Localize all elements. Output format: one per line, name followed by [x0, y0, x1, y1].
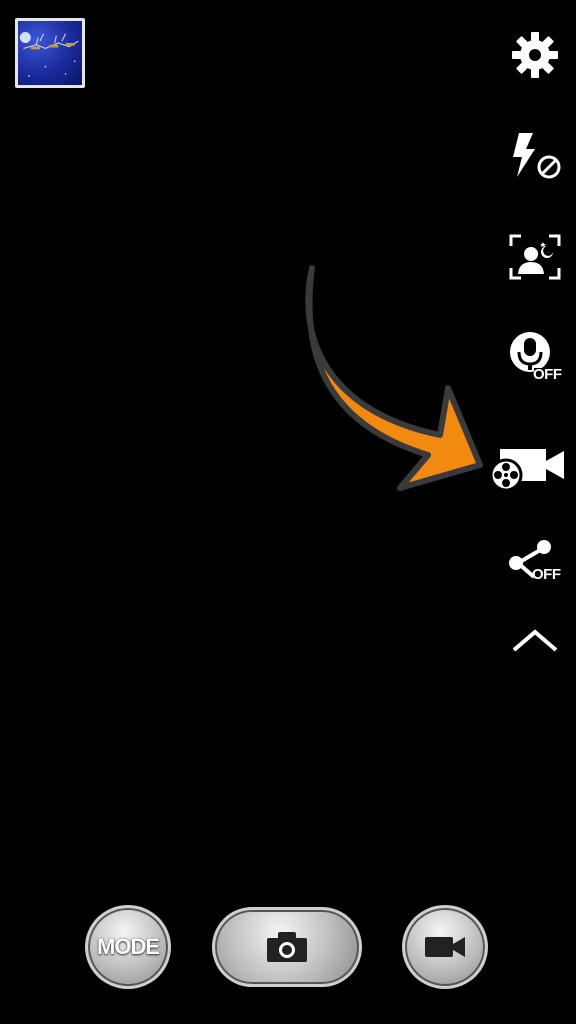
recording-mode-button[interactable]: [488, 430, 568, 500]
video-recording-mode-icon: [489, 449, 564, 492]
voice-control-button[interactable]: OFF: [500, 322, 570, 392]
settings-icon: [512, 32, 558, 78]
sleigh-image-icon: [19, 31, 79, 77]
mode-button-label: MODE: [97, 934, 160, 959]
settings-button[interactable]: [500, 20, 570, 90]
camera-icon: [267, 932, 307, 962]
flash-button[interactable]: [500, 122, 570, 192]
share-off-label: OFF: [532, 566, 561, 583]
mode-button[interactable]: MODE: [85, 905, 171, 989]
record-button[interactable]: [402, 905, 488, 989]
expand-up-icon: [512, 629, 558, 652]
shutter-button[interactable]: [212, 907, 362, 987]
gallery-thumbnail[interactable]: [15, 18, 85, 88]
flash-off-icon: [513, 133, 561, 179]
expand-menu-button[interactable]: [500, 606, 570, 676]
video-camera-icon: [425, 937, 465, 957]
voice-control-off-label: OFF: [533, 366, 562, 383]
face-detection-button[interactable]: [500, 222, 570, 292]
face-detection-icon: [509, 234, 561, 280]
pointer-arrow-icon: [305, 265, 483, 491]
share-button[interactable]: OFF: [500, 526, 570, 596]
